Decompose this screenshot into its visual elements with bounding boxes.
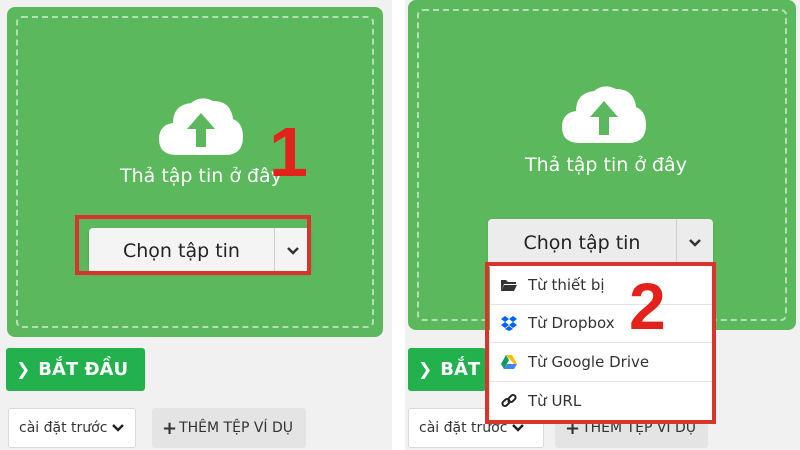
chevron-down-icon (689, 239, 701, 247)
drop-text: Thả tập tin ở đây (525, 154, 687, 176)
left-panel: Thả tập tin ở đây Chọn tập tin 1 ❯ BẮT Đ… (0, 0, 392, 450)
cloud-upload-icon (562, 86, 646, 143)
step-number: 1 (269, 113, 308, 191)
highlight-box (485, 262, 716, 424)
choose-file-button[interactable]: Chọn tập tin (488, 219, 713, 267)
cloud-upload-icon (159, 98, 243, 155)
chevron-down-icon (112, 424, 125, 432)
drop-text: Thả tập tin ở đây (120, 165, 282, 187)
highlight-box (75, 215, 311, 275)
example-label: THÊM TỆP VÍ DỤ (179, 420, 294, 436)
chevron-right-icon: ❯ (418, 359, 433, 380)
dropdown-toggle[interactable] (676, 219, 713, 267)
chevron-right-icon: ❯ (16, 359, 31, 380)
add-example-file-button[interactable]: + THÊM TỆP VÍ DỤ (152, 408, 306, 448)
preset-select[interactable]: cài đặt trước (8, 408, 136, 448)
choose-file-label[interactable]: Chọn tập tin (488, 219, 676, 267)
start-label: BẮT ĐẦU (38, 359, 129, 380)
file-drop-zone[interactable]: Thả tập tin ở đây Chọn tập tin (7, 7, 383, 337)
step-number: 2 (629, 269, 666, 343)
right-panel: Thả tập tin ở đây ❯ BẮT ĐẦU cài đặt trướ… (405, 0, 800, 450)
plus-icon: + (162, 417, 178, 439)
start-button[interactable]: ❯ BẮT ĐẦU (408, 348, 486, 391)
start-button[interactable]: ❯ BẮT ĐẦU (6, 348, 145, 391)
chevron-down-icon (512, 424, 525, 432)
preset-label: cài đặt trước (19, 420, 108, 436)
start-label: BẮT ĐẦU (440, 359, 486, 380)
